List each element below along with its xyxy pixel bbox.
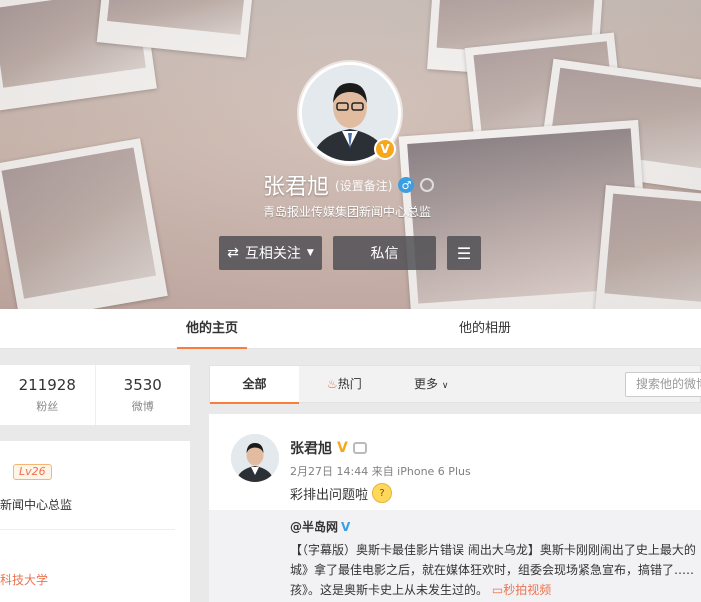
feed-tab-hot[interactable]: ♨热门 (327, 366, 362, 403)
avatar-portrait (231, 434, 279, 482)
caret-down-icon: ▼ (306, 248, 314, 258)
feed-filter-bar: 全部 ♨热门 更多 ∨ 搜索他的微博 (209, 365, 701, 404)
repost-user[interactable]: @半岛网 (290, 520, 338, 534)
follow-button[interactable]: ⇄ 互相关注 ▼ (219, 236, 322, 270)
video-link-label: 秒拍视频 (503, 583, 552, 597)
tab-home[interactable]: 他的主页 (177, 309, 247, 349)
school-link[interactable]: 科技大学 (0, 571, 48, 588)
feed-tab-more[interactable]: 更多 ∨ (414, 366, 448, 403)
message-button[interactable]: 私信 (333, 236, 436, 270)
follow-button-label: 互相关注 (244, 246, 301, 262)
stat-followers[interactable]: 211928 粉丝 (0, 365, 95, 425)
post-text: 彩排出问题啦 (290, 487, 369, 503)
stat-value: 211928 (18, 376, 76, 394)
chevron-down-icon: ∨ (441, 381, 449, 391)
verified-icon: V (341, 520, 351, 534)
repost-line-text: 孩》。这是奥斯卡史上从未发生过的。 (290, 583, 489, 597)
divider (0, 529, 175, 530)
repost-block: @半岛网 V 【（字幕版）奥斯卡最佳影片错误 闹出大乌龙】奥斯卡刚刚闹出了史上最大… (209, 510, 701, 602)
verified-badge-icon: V (374, 138, 396, 160)
stat-label: 微博 (131, 400, 154, 413)
level-badge[interactable]: Lv26 (13, 464, 52, 480)
feed-post: 张君旭 V 2月27日 14:44 来自 iPhone 6 Plus 彩排出问题… (209, 414, 701, 602)
video-camera-icon: ▭ (491, 583, 504, 597)
post-author-row: 张君旭 V (290, 438, 367, 458)
swap-arrows-icon: ⇄ (227, 245, 239, 261)
medal-icon[interactable] (420, 178, 435, 192)
set-remark-link[interactable]: (设置备注) (335, 177, 392, 194)
post-author-avatar[interactable] (231, 434, 279, 482)
fire-icon: ♨ (327, 377, 338, 391)
stats-card: 211928 粉丝 3530 微博 (0, 365, 190, 425)
post-author-name[interactable]: 张君旭 (290, 438, 332, 458)
repost-line: 城》拿了最佳电影之后，就在媒体狂欢时，组委会现场紧急宣布，搞错了……是 (290, 563, 695, 577)
search-input[interactable]: 搜索他的微博 (625, 372, 701, 397)
post-text-row: 彩排出问题啦 ? (290, 483, 393, 503)
stat-label: 粉丝 (36, 400, 59, 413)
hamburger-icon: ☰ (456, 243, 472, 263)
stat-posts[interactable]: 3530 微博 (94, 365, 191, 425)
profile-bio: 青岛报业传媒集团新闻中心总监 (263, 205, 432, 219)
stat-value: 3530 (123, 376, 162, 394)
profile-name: 张君旭 (263, 175, 330, 200)
post-meta: 2月27日 14:44 来自 iPhone 6 Plus (290, 465, 471, 478)
message-button-label: 私信 (370, 246, 399, 262)
member-crown-icon[interactable] (352, 442, 367, 454)
job-title: 新闻中心总监 (0, 498, 73, 512)
verified-icon: V (337, 440, 348, 456)
repost-line: 【（字幕版）奥斯卡最佳影片错误 闹出大乌龙】奥斯卡刚刚闹出了史上最大的 (290, 543, 695, 557)
confused-emoji-icon: ? (372, 483, 393, 503)
more-menu-button[interactable]: ☰ (447, 236, 481, 270)
tab-album[interactable]: 他的相册 (459, 309, 511, 349)
repost-user-row: @半岛网 V (290, 518, 350, 535)
profile-tabbar: 他的主页 他的相册 (0, 309, 701, 349)
feed-tab-hot-label: 热门 (337, 377, 362, 391)
repost-text: 【（字幕版）奥斯卡最佳影片错误 闹出大乌龙】奥斯卡刚刚闹出了史上最大的 城》拿了… (290, 540, 695, 600)
feed-tab-more-label: 更多 (414, 377, 439, 391)
feed-tab-all[interactable]: 全部 (210, 366, 299, 404)
video-link[interactable]: ▭秒拍视频 (488, 583, 551, 597)
profile-name-row: 张君旭 (设置备注) ♂ (263, 170, 435, 200)
repost-line-last: 孩》。这是奥斯卡史上从未发生过的。 ▭秒拍视频 (290, 580, 695, 600)
male-icon: ♂ (398, 177, 415, 193)
